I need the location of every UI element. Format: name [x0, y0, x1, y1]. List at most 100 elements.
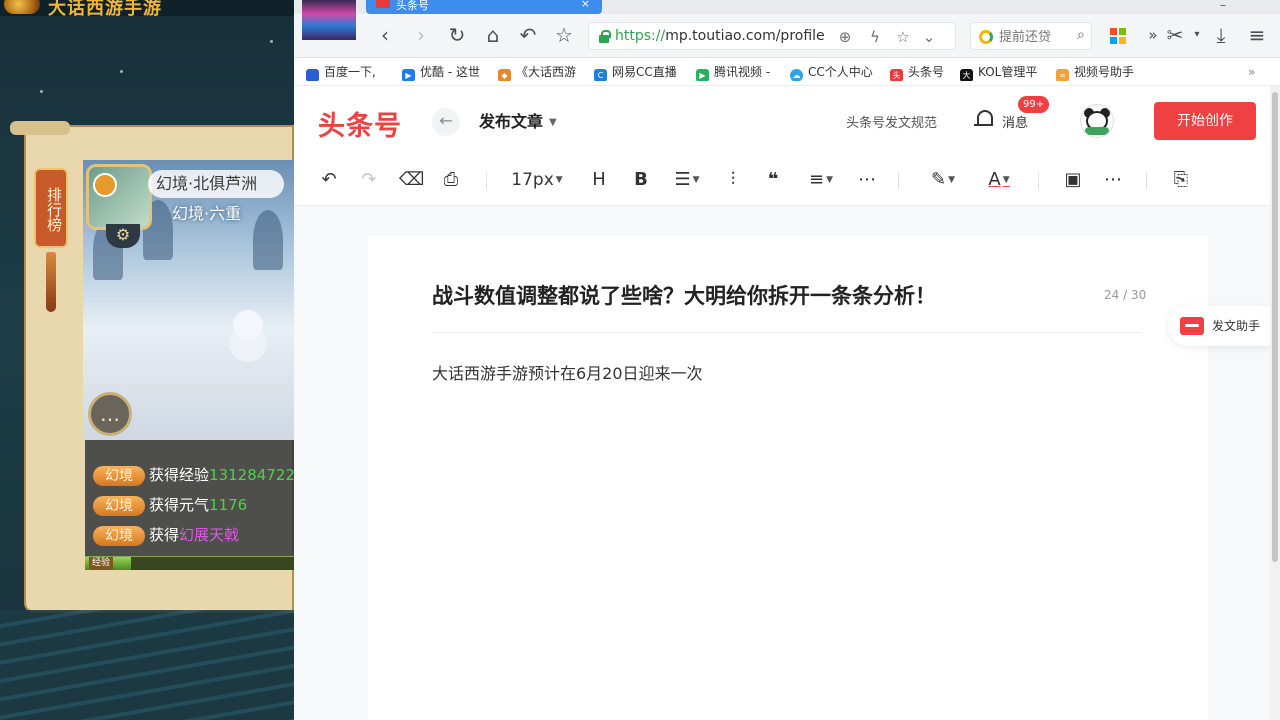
bookmark-label: KOL管理平	[978, 65, 1038, 79]
brand-logo[interactable]: 头条号	[318, 104, 402, 143]
url-text[interactable]: https://mp.toutiao.com/profile	[615, 28, 845, 44]
sparkle-icon	[120, 70, 123, 73]
cc-live-icon: C	[594, 69, 607, 81]
rank-tab[interactable]: 排行榜	[34, 168, 68, 248]
menu-icon[interactable]: ≡	[1244, 22, 1270, 48]
title-char-count: 24 / 30	[1104, 288, 1147, 302]
heading-button[interactable]: H	[588, 166, 610, 194]
chevron-down-icon[interactable]: ⌄	[919, 27, 939, 47]
bookmark-item[interactable]: ◆ 《大话西游	[498, 63, 580, 81]
toolbar-separator	[1146, 172, 1147, 190]
log-value: 131284722	[209, 466, 294, 484]
bookmark-star-icon[interactable]: ☆	[893, 27, 913, 47]
bookmark-label: 百度一下,	[324, 65, 376, 79]
toolbar-separator	[898, 172, 899, 190]
article-title-input[interactable]: 战斗数值调整都说了些啥？大明给你拆开一条条分析！	[432, 280, 936, 310]
tab-toutiao[interactable]: 头条号 ×	[366, 0, 602, 14]
bookmark-item[interactable]: ∞ 视频号助手	[1056, 63, 1148, 81]
list-icon[interactable]: ☰ ▼	[670, 166, 704, 194]
minimize-icon[interactable]: –	[1220, 0, 1226, 12]
apps-grid-icon[interactable]	[1110, 28, 1126, 44]
page-header: 头条号 ← 发布文章 ▼ 头条号发文规范 消息 99+ 开始创作	[294, 86, 1270, 154]
avatar[interactable]	[1080, 104, 1114, 138]
bookmark-item[interactable]: 头头条号	[890, 63, 954, 81]
more-format-icon[interactable]: ⋯	[856, 166, 878, 194]
messages-badge: 99+	[1018, 96, 1050, 113]
download-icon[interactable]: ⤓	[1208, 22, 1234, 48]
lightning-icon[interactable]: ϟ	[865, 27, 885, 47]
log-label: 获得元气	[149, 496, 210, 514]
document-import-icon[interactable]: ⎘	[1170, 166, 1192, 194]
bell-icon[interactable]	[974, 108, 994, 130]
more-bookmarks-icon[interactable]: »	[1248, 63, 1262, 81]
browser-toolbar: ‹ › ↻ ⌂ ↶ ☆ https://mp.toutiao.com/profi…	[294, 14, 1280, 58]
game-title: 大话西游手游	[48, 0, 162, 19]
log-tag: 幻境	[93, 526, 145, 546]
highlight-icon[interactable]: ✎ ▼	[926, 166, 960, 194]
log-value: 1176	[209, 496, 248, 514]
toutiao-bookmark-icon: 头	[890, 69, 903, 81]
bookmark-item[interactable]: ▶ 腾讯视频 -	[696, 63, 778, 81]
search-engine-icon	[979, 30, 993, 44]
article-body-editor[interactable]: 大话西游手游预计在6月20日迎来一次	[432, 360, 703, 384]
align-icon[interactable]: ≡ ▼	[804, 166, 838, 194]
publish-article-menu[interactable]: 发布文章 ▼	[479, 108, 557, 132]
scrollbar-thumb[interactable]	[1272, 92, 1278, 562]
search-icon[interactable]: ⌕	[1077, 27, 1085, 43]
quote-icon[interactable]: ❝	[762, 166, 784, 194]
baidu-icon: 🐾	[306, 69, 319, 81]
forward-icon[interactable]: ›	[408, 22, 434, 48]
tab-close-icon[interactable]: ×	[581, 0, 590, 10]
scissors-menu-icon[interactable]: ▾	[1184, 22, 1210, 48]
assistant-icon	[1180, 317, 1204, 335]
article-editor: 战斗数值调整都说了些啥？大明给你拆开一条条分析！ 24 / 30 大话西游手游预…	[368, 236, 1208, 720]
divider-icon[interactable]: ⫶	[722, 166, 744, 194]
undo-close-icon[interactable]: ↶	[515, 22, 541, 48]
bookmark-item[interactable]: 大 KOL管理平	[960, 63, 1046, 81]
start-creating-button[interactable]: 开始创作	[1154, 102, 1256, 140]
font-size-value: 17px	[511, 170, 554, 190]
snowman-icon	[233, 310, 263, 340]
redo-icon[interactable]: ↷	[358, 166, 380, 194]
page-scrollbar[interactable]	[1270, 86, 1280, 720]
bold-button[interactable]: B	[630, 166, 652, 194]
eraser-icon[interactable]: ⌫	[399, 166, 424, 194]
format-painter-icon[interactable]: ⎙	[440, 166, 462, 194]
compass-icon	[93, 173, 117, 197]
avatar-base	[1085, 127, 1109, 135]
back-icon[interactable]: ‹	[372, 22, 398, 48]
bookmark-item[interactable]: ▶ 优酷 - 这世	[402, 63, 484, 81]
region-label: 幻境·北俱芦洲	[148, 170, 284, 198]
editor-toolbar: ↶ ↷ ⌫ ⎙ 17px ▼ H B ☰ ▼ ⫶ ❝ ≡ ▼ ⋯ ✎ ▼ A ▼ ▣ ⋯ …	[294, 154, 1270, 206]
game-logo-icon	[4, 0, 40, 14]
bookmark-item[interactable]: 🐾 百度一下,	[306, 63, 386, 81]
search-input[interactable]	[999, 27, 1065, 47]
image-icon[interactable]: ▣	[1062, 166, 1084, 194]
url-path: mp.toutiao.com/profile	[665, 28, 825, 44]
favorite-star-icon[interactable]: ☆	[551, 22, 577, 48]
bookmark-item[interactable]: ☁ CC个人中心	[790, 63, 882, 81]
tab-bar: 头条号 × –	[294, 0, 1280, 14]
home-icon[interactable]: ⌂	[480, 22, 506, 48]
publishing-rules-link[interactable]: 头条号发文规范	[846, 112, 937, 131]
more-insert-icon[interactable]: ⋯	[1102, 166, 1124, 194]
search-box[interactable]: ⌕	[970, 22, 1092, 50]
font-color-icon[interactable]: A ▼	[982, 166, 1016, 194]
map-scroll-icon[interactable]	[86, 164, 152, 230]
log-row: 幻境 获得经验131284722	[93, 462, 294, 488]
tencent-video-icon: ▶	[696, 69, 709, 81]
reload-icon[interactable]: ↻	[444, 22, 470, 48]
undo-icon[interactable]: ↶	[318, 166, 340, 194]
chat-icon[interactable]: …	[88, 392, 132, 436]
bookmark-item[interactable]: C 网易CC直播	[594, 63, 682, 81]
address-bar[interactable]: https://mp.toutiao.com/profile ⊕ ϟ ☆ ⌄	[588, 22, 956, 50]
caret-down-icon: ▼	[555, 175, 563, 185]
url-scheme: https://	[615, 28, 666, 44]
bookmark-label: 视频号助手	[1074, 65, 1135, 79]
writing-assistant-button[interactable]: 发文助手	[1168, 306, 1270, 346]
gear-icon[interactable]: ⚙	[106, 224, 140, 248]
font-size-select[interactable]: 17px ▼	[506, 166, 568, 194]
zoom-icon[interactable]: ⊕	[835, 27, 855, 47]
back-arrow-icon[interactable]: ←	[432, 108, 460, 136]
messages-link[interactable]: 消息	[1002, 112, 1028, 131]
